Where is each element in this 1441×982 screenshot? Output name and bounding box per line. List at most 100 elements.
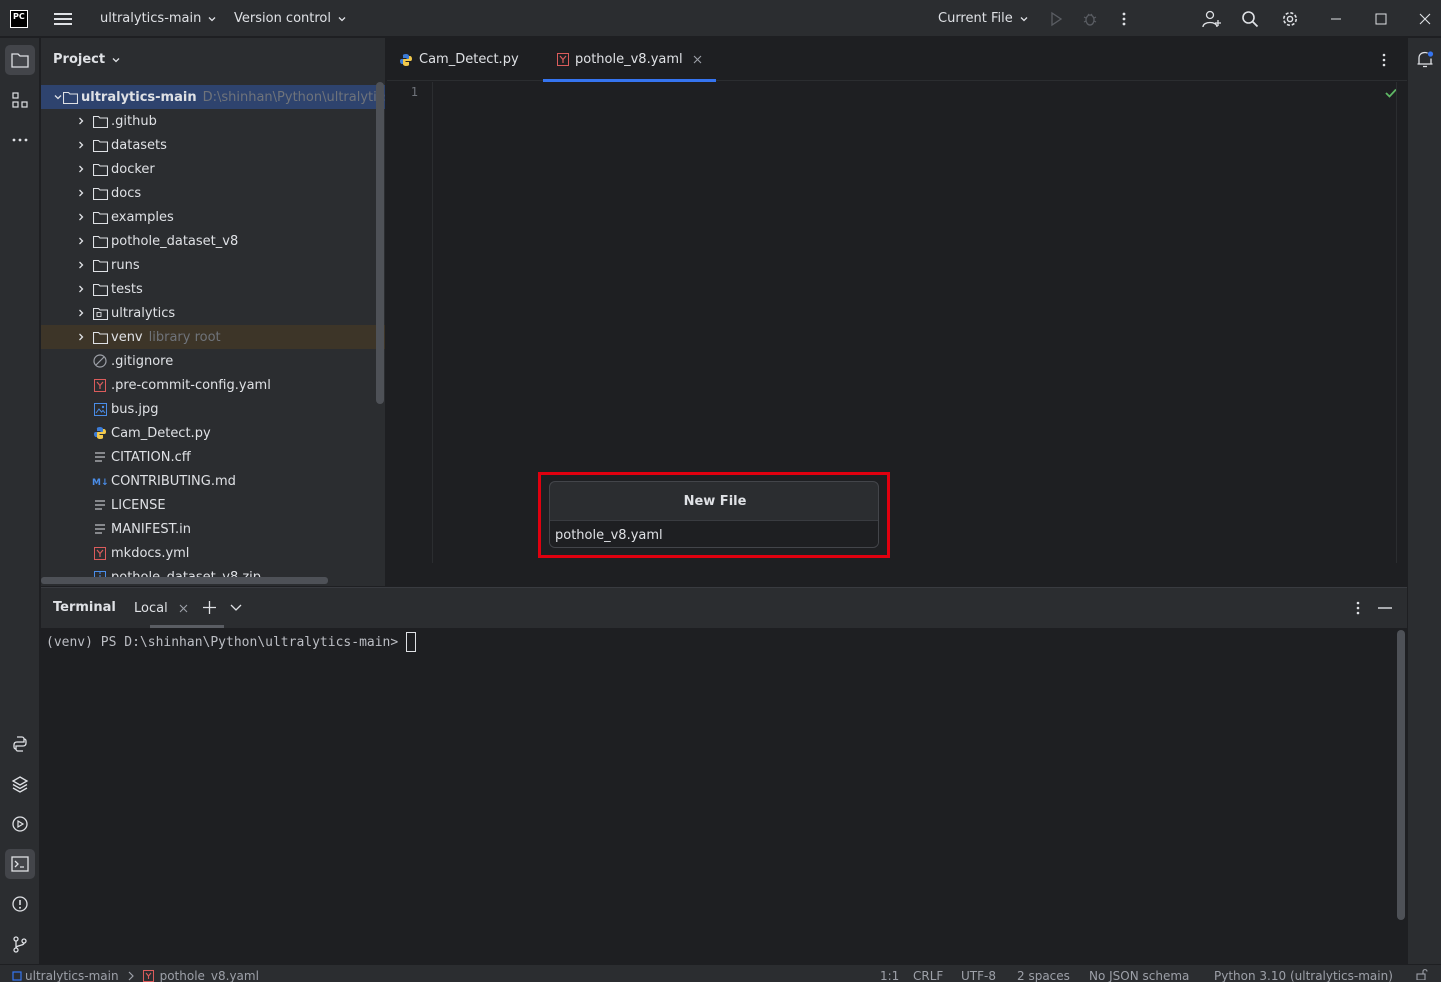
maximize-icon (1375, 13, 1387, 24)
run-button[interactable] (1048, 0, 1064, 37)
project-switcher[interactable]: ultralytics-main (100, 0, 217, 37)
chevron-right-icon[interactable] (73, 329, 89, 345)
line-separator[interactable]: CRLF (913, 969, 943, 982)
folder-icon (92, 113, 108, 129)
more-tool-windows-button[interactable] (5, 125, 35, 155)
file-lock-button[interactable] (1416, 968, 1428, 980)
tree-file-item[interactable]: .pre-commit-config.yaml (41, 373, 385, 397)
hide-terminal-button[interactable] (1378, 607, 1392, 609)
indent-setting[interactable]: 2 spaces (1017, 969, 1070, 982)
breadcrumb-file[interactable]: pothole_v8.yaml (160, 969, 259, 982)
debug-button[interactable] (1082, 0, 1098, 37)
tree-folder-item[interactable]: .github (41, 109, 385, 133)
minimize-window-button[interactable] (1330, 0, 1342, 37)
file-encoding[interactable]: UTF-8 (961, 969, 996, 982)
services-tool-button[interactable] (5, 809, 35, 839)
terminal-scrollbar[interactable] (1397, 630, 1405, 920)
tree-folder-item[interactable]: datasets (41, 133, 385, 157)
terminal-tab-local[interactable]: Local (134, 588, 224, 628)
tab-label: pothole_v8.yaml (575, 52, 683, 67)
tree-file-item[interactable]: M↓ CONTRIBUTING.md (41, 469, 385, 493)
caret-position[interactable]: 1:1 (880, 969, 899, 982)
terminal-cursor (406, 632, 417, 652)
chevron-right-icon[interactable] (73, 137, 89, 153)
breadcrumb-project[interactable]: ultralytics-main (25, 969, 119, 982)
settings-button[interactable] (1281, 0, 1299, 37)
run-configuration-selector[interactable]: Current File (938, 0, 1029, 37)
problems-tool-button[interactable] (5, 889, 35, 919)
terminal-more-button[interactable] (1355, 600, 1361, 616)
app-logo-text: PC (13, 11, 25, 21)
tree-folder-item[interactable]: ultralytics (41, 301, 385, 325)
layers-icon (11, 776, 29, 793)
chevron-right-icon[interactable] (73, 185, 89, 201)
main-menu-button[interactable] (54, 0, 72, 37)
new-file-name-input[interactable] (550, 521, 878, 547)
terminal-tool-button[interactable] (5, 849, 35, 879)
chevron-right-icon[interactable] (73, 209, 89, 225)
tab-pothole-v8-yaml[interactable]: pothole_v8.yaml (543, 38, 716, 82)
tree-file-item[interactable]: mkdocs.yml (41, 541, 385, 565)
tree-folder-item[interactable]: runs (41, 253, 385, 277)
more-actions-button[interactable] (1118, 0, 1130, 37)
problems-warning-icon (12, 896, 28, 912)
project-tool-button[interactable] (5, 45, 35, 75)
chevron-down-icon (338, 16, 346, 21)
app-logo[interactable]: PC (10, 0, 28, 37)
chevron-right-icon[interactable] (73, 257, 89, 273)
tree-folder-item[interactable]: docs (41, 181, 385, 205)
git-tool-button[interactable] (5, 929, 35, 959)
close-window-button[interactable] (1419, 0, 1431, 37)
tree-item-label: docker (111, 161, 155, 177)
tree-file-item[interactable]: CITATION.cff (41, 445, 385, 469)
yaml-file-icon (142, 970, 154, 982)
tree-folder-item[interactable]: venv library root (41, 325, 385, 349)
new-terminal-tab-button[interactable] (203, 601, 216, 614)
tree-folder-item[interactable]: examples (41, 205, 385, 229)
line-number: 1 (410, 85, 418, 99)
tree-file-item[interactable]: bus.jpg (41, 397, 385, 421)
notifications-button[interactable] (1416, 50, 1434, 69)
project-vertical-scrollbar[interactable] (376, 82, 384, 404)
chevron-right-icon[interactable] (73, 233, 89, 249)
tree-file-item[interactable]: MANIFEST.in (41, 517, 385, 541)
search-everywhere-button[interactable] (1241, 0, 1259, 37)
tree-folder-item[interactable]: pothole_dataset_v8 (41, 229, 385, 253)
tree-file-item[interactable]: Cam_Detect.py (41, 421, 385, 445)
services-run-icon (12, 816, 28, 832)
tree-item-label: .pre-commit-config.yaml (111, 377, 271, 393)
terminal-options-dropdown[interactable] (230, 603, 242, 613)
folder-icon (92, 209, 108, 225)
tree-root-label: ultralytics-main (81, 89, 197, 105)
tab-cam-detect[interactable]: Cam_Detect.py (399, 38, 519, 81)
json-schema[interactable]: No JSON schema (1089, 969, 1189, 982)
chevron-right-icon[interactable] (73, 305, 89, 321)
project-view-selector[interactable]: Project (53, 52, 121, 67)
text-file-icon (92, 497, 108, 513)
python-packages-tool-button[interactable] (5, 769, 35, 799)
project-horizontal-scrollbar[interactable] (41, 577, 328, 584)
structure-tool-button[interactable] (5, 85, 35, 115)
tree-file-item[interactable]: LICENSE (41, 493, 385, 517)
tree-root-ultralytics-main[interactable]: ultralytics-main D:\shinhan\Python\ultra… (41, 85, 385, 109)
tree-file-item[interactable]: .gitignore (41, 349, 385, 373)
python-console-tool-button[interactable] (5, 729, 35, 759)
python-interpreter[interactable]: Python 3.10 (ultralytics-main) (1214, 969, 1393, 982)
maximize-window-button[interactable] (1375, 0, 1387, 37)
run-icon (1051, 11, 1063, 26)
close-tab-button[interactable] (693, 55, 702, 64)
version-control-menu[interactable]: Version control (234, 0, 347, 37)
terminal-output[interactable]: (venv) PS D:\shinhan\Python\ultralytics-… (41, 628, 1407, 965)
tree-folder-item[interactable]: docker (41, 157, 385, 181)
chevron-right-icon[interactable] (73, 113, 89, 129)
tab-actions-button[interactable] (1381, 52, 1387, 68)
close-terminal-tab-button[interactable] (179, 604, 188, 613)
markdown-file-icon: M↓ (92, 473, 108, 489)
tree-folder-item[interactable]: tests (41, 277, 385, 301)
code-with-me-button[interactable] (1202, 0, 1222, 37)
chevron-right-icon[interactable] (73, 281, 89, 297)
folder-icon (63, 89, 78, 105)
chevron-right-icon[interactable] (73, 161, 89, 177)
